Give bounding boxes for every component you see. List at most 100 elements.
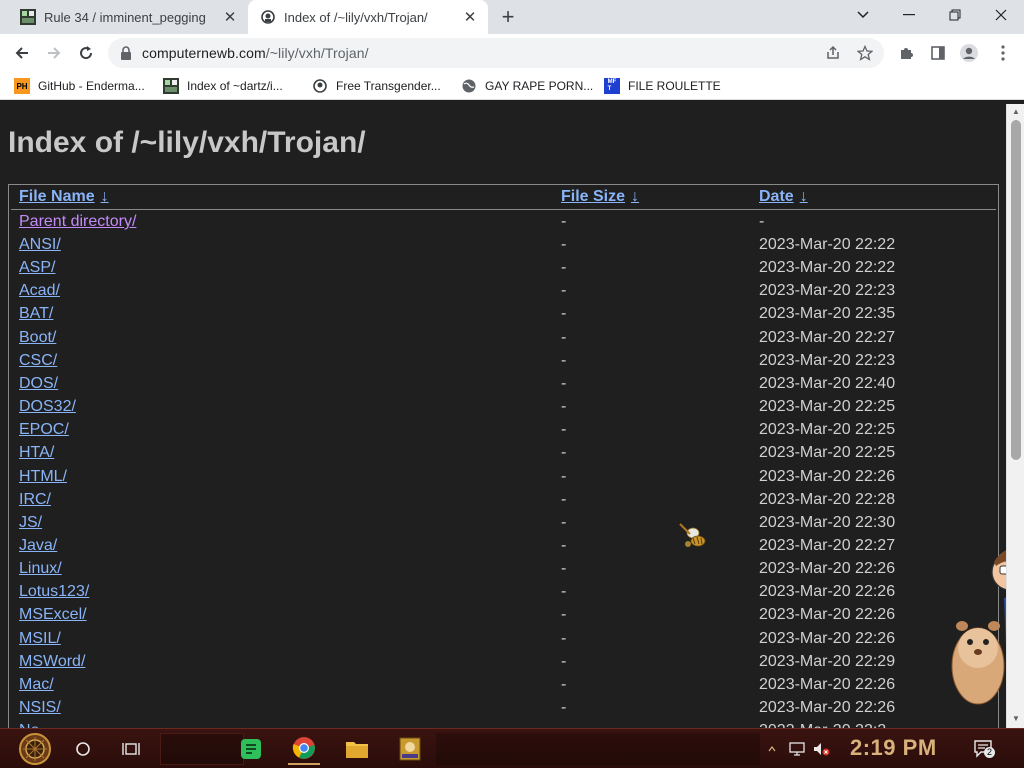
show-hidden-icons-chevron-icon[interactable]	[766, 733, 778, 765]
desktop-pet-character	[951, 550, 1006, 705]
table-row: Acad/ - 2023-Mar-20 22:23	[9, 282, 998, 305]
directory-link[interactable]: ANSI/	[19, 236, 61, 254]
task-view-icon	[122, 743, 140, 755]
close-icon[interactable]: ✕	[220, 7, 240, 27]
directory-link[interactable]: IRC/	[19, 491, 51, 509]
close-icon[interactable]: ✕	[460, 7, 480, 27]
directory-link[interactable]: MSExcel/	[19, 606, 87, 624]
back-button[interactable]	[8, 40, 36, 66]
volume-muted-icon[interactable]	[810, 733, 832, 765]
taskbar-app-spotify[interactable]	[236, 733, 266, 765]
directory-link[interactable]: DOS32/	[19, 398, 76, 416]
bookmark-index-dartz[interactable]: Index of ~dartz/i...	[163, 76, 283, 96]
file-size: -	[561, 513, 567, 531]
close-window-button[interactable]	[978, 0, 1024, 30]
directory-link[interactable]: EPOC/	[19, 421, 69, 439]
file-size: -	[561, 374, 567, 392]
profile-avatar-icon[interactable]	[958, 42, 980, 64]
directory-link[interactable]: HTA/	[19, 444, 54, 462]
directory-link[interactable]: Acad/	[19, 282, 60, 300]
start-button[interactable]	[10, 733, 60, 765]
bookmark-github[interactable]: PH GitHub - Enderma...	[14, 76, 145, 96]
forward-button[interactable]	[40, 40, 68, 66]
vxh-icon	[313, 79, 327, 93]
file-date: 2023-Mar-20 22:40	[759, 374, 896, 392]
column-header-file-name[interactable]: File Name ↓	[19, 188, 109, 206]
network-icon[interactable]	[786, 733, 808, 765]
sort-arrow-icon: ↓	[631, 188, 640, 205]
taskbar-app-chrome[interactable]	[288, 733, 320, 765]
directory-link[interactable]: BAT/	[19, 305, 53, 323]
table-row: HTA/ - 2023-Mar-20 22:25	[9, 444, 998, 467]
tab-search-chevron-icon[interactable]	[840, 0, 886, 30]
directory-link[interactable]: DOS/	[19, 375, 58, 393]
minimize-button[interactable]	[886, 0, 932, 30]
file-date: 2023-Mar-20 22:26	[759, 606, 896, 624]
file-date: 2023-Mar-20 22:23	[759, 351, 896, 369]
file-date: 2023-Mar-20 22:22	[759, 259, 896, 277]
lock-icon[interactable]	[120, 46, 132, 60]
directory-link[interactable]: JS/	[19, 514, 42, 532]
table-row: MSWord/ - 2023-Mar-20 22:29	[9, 653, 998, 676]
file-date: 2023-Mar-20 22:22	[759, 236, 896, 253]
menu-kebab-icon[interactable]	[992, 42, 1014, 64]
reload-button[interactable]	[72, 40, 100, 66]
table-row: ASP/ - 2023-Mar-20 22:22	[9, 259, 998, 282]
notification-count-badge: 2	[984, 747, 996, 758]
notifications-button[interactable]: 2	[970, 733, 998, 765]
extensions-puzzle-icon[interactable]	[895, 42, 917, 64]
column-header-date[interactable]: Date ↓	[759, 188, 808, 206]
side-panel-icon[interactable]	[927, 42, 949, 64]
file-size: -	[561, 305, 567, 323]
directory-link[interactable]: NSIS/	[19, 699, 61, 717]
scrollbar-thumb[interactable]	[1011, 120, 1021, 460]
directory-link[interactable]: MSIL/	[19, 630, 61, 648]
new-tab-button[interactable]: +	[496, 4, 520, 29]
page-title: Index of /~lily/vxh/Trojan/	[8, 126, 366, 159]
restore-button[interactable]	[932, 0, 978, 30]
search-button[interactable]	[70, 733, 96, 765]
taskbar-search-box[interactable]	[160, 733, 244, 765]
directory-link[interactable]: Java/	[19, 537, 57, 555]
url-path: /~lily/vxh/Trojan/	[265, 45, 369, 61]
bookmark-file-roulette[interactable]: MF T FILE ROULETTE	[604, 76, 721, 96]
file-date: 2023-Mar-20 22:27	[759, 328, 896, 346]
file-date: 2023-Mar-20 22:23	[759, 282, 896, 300]
bookmark-free-transgender[interactable]: Free Transgender...	[312, 76, 441, 96]
directory-link[interactable]: ASP/	[19, 259, 55, 277]
directory-link[interactable]: Boot/	[19, 329, 56, 347]
table-row: MSIL/ - 2023-Mar-20 22:26	[9, 630, 998, 653]
table-row: CSC/ - 2023-Mar-20 22:23	[9, 352, 998, 375]
tab-index-trojan[interactable]: Index of /~lily/vxh/Trojan/ ✕	[248, 0, 488, 34]
url-text[interactable]: computernewb.com/~lily/vxh/Trojan/	[142, 45, 369, 61]
table-row-parent: Parent directory/ - -	[9, 213, 998, 236]
share-icon[interactable]	[824, 44, 842, 62]
bookmark-gay-rape-porn[interactable]: GAY RAPE PORN...	[461, 76, 593, 96]
file-size: -	[561, 259, 567, 277]
file-date: 2023-Mar-20 22:26	[759, 467, 896, 485]
file-date: 2023-Mar-20 22:25	[759, 421, 896, 439]
tab-rule34[interactable]: Rule 34 / imminent_pegging ✕	[8, 0, 248, 34]
sort-arrow-icon: ↓	[100, 188, 109, 205]
directory-link[interactable]: MSWord/	[19, 653, 85, 671]
directory-link[interactable]: CSC/	[19, 352, 57, 370]
directory-link[interactable]: Linux/	[19, 560, 62, 578]
page-scrollbar[interactable]: ▲ ▼	[1006, 104, 1024, 728]
directory-link[interactable]: Mac/	[19, 676, 54, 694]
task-view-button[interactable]	[118, 733, 144, 765]
column-label: File Name	[19, 188, 95, 205]
taskbar-clock[interactable]: 2:19 PM	[850, 735, 937, 761]
column-label: Date	[759, 188, 794, 205]
address-bar[interactable]: computernewb.com/~lily/vxh/Trojan/	[108, 38, 884, 68]
parent-directory-link[interactable]: Parent directory/	[19, 213, 136, 231]
bookmark-star-icon[interactable]	[856, 44, 874, 62]
column-header-file-size[interactable]: File Size ↓	[561, 188, 639, 206]
mft-icon: MF T	[604, 78, 620, 94]
taskbar-app-file-explorer[interactable]	[342, 733, 372, 765]
file-size: -	[561, 699, 567, 716]
scroll-down-icon[interactable]: ▼	[1011, 714, 1021, 724]
directory-link[interactable]: HTML/	[19, 468, 67, 486]
directory-link[interactable]: Lotus123/	[19, 583, 89, 601]
scroll-up-icon[interactable]: ▲	[1011, 107, 1021, 117]
taskbar-app-game[interactable]	[396, 733, 424, 765]
